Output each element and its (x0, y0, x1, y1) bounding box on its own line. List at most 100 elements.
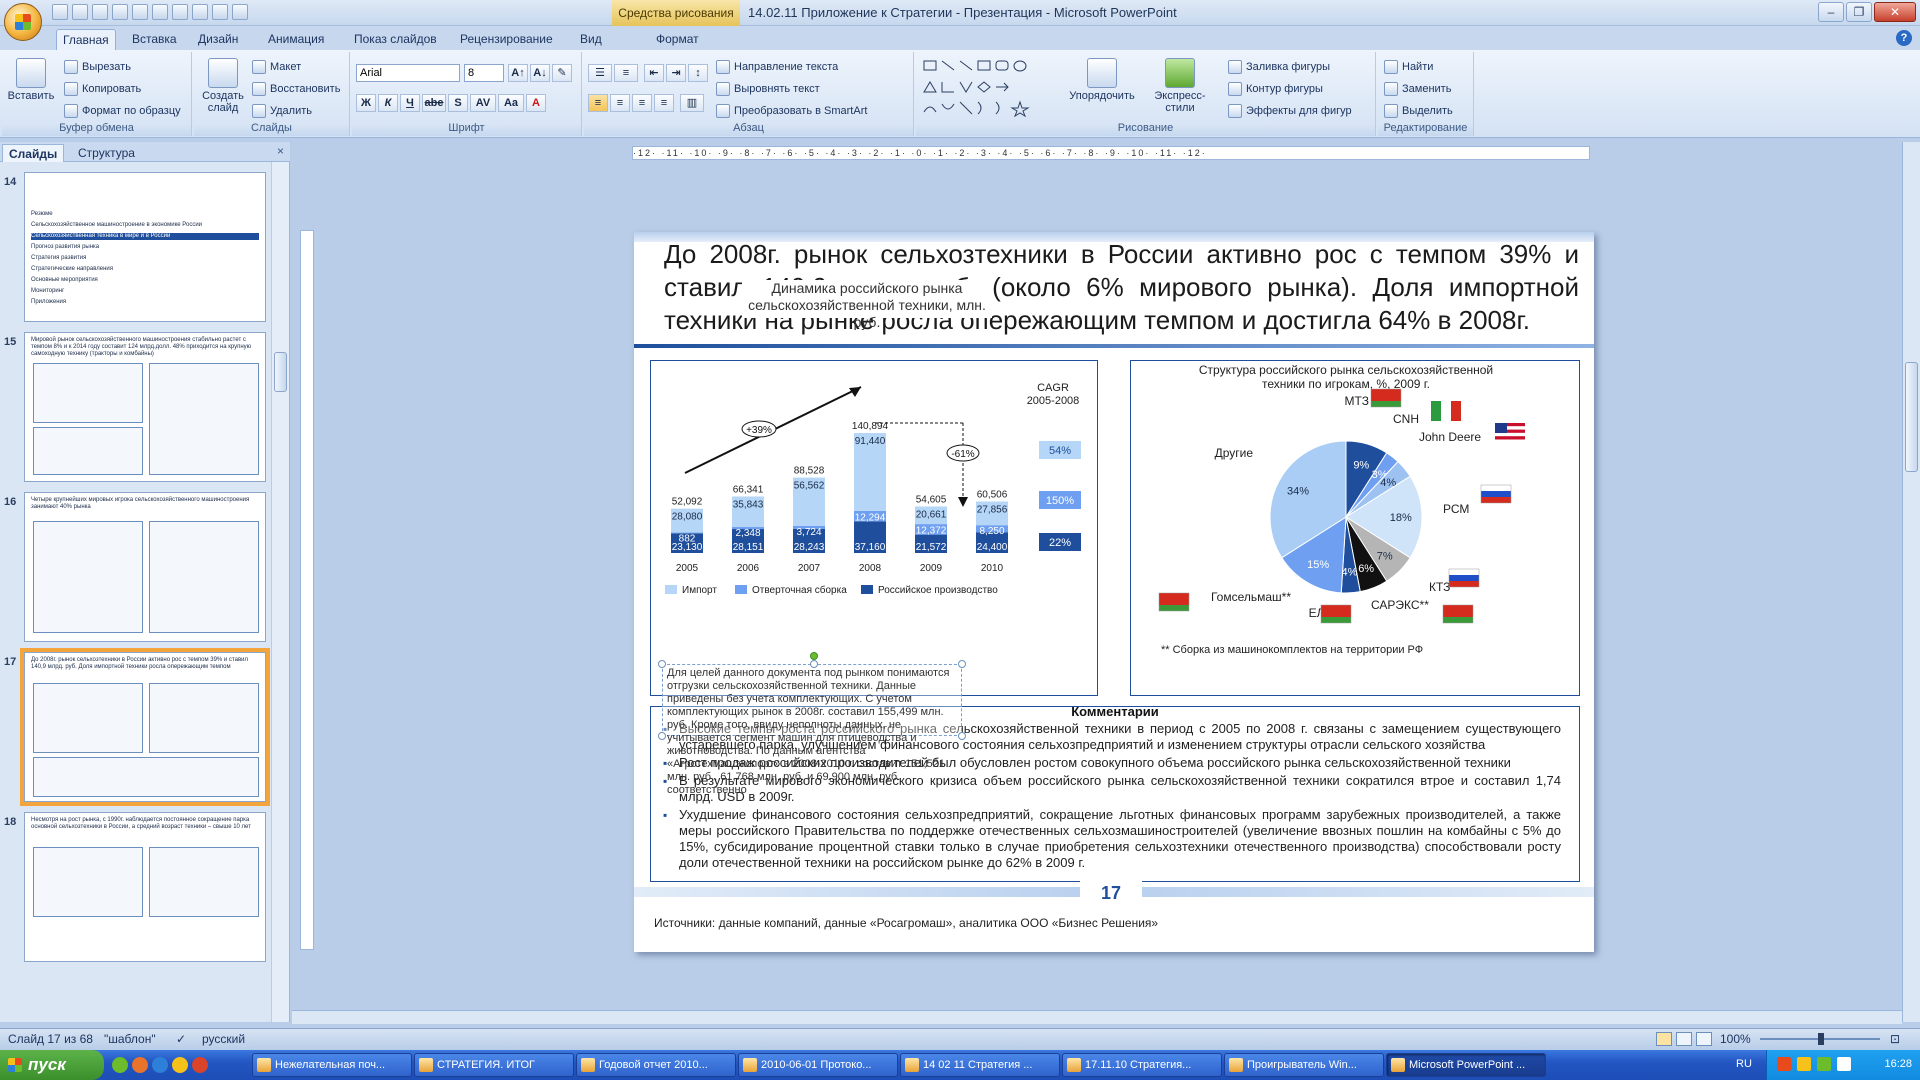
text-direction-button[interactable]: Направление текста (716, 60, 838, 74)
undo-icon[interactable] (72, 4, 88, 20)
shape-outline-button[interactable]: Контур фигуры (1228, 82, 1323, 96)
tab-home[interactable]: Главная (56, 29, 116, 50)
ie-icon[interactable] (152, 1057, 168, 1073)
close-button[interactable]: ✕ (1874, 2, 1916, 22)
language-indicator[interactable]: русский (202, 1032, 245, 1046)
selection-handle[interactable] (810, 660, 818, 668)
tab-slideshow[interactable]: Показ слайдов (348, 29, 443, 50)
tab-format[interactable]: Формат (650, 29, 705, 50)
spelling-icon[interactable] (212, 4, 228, 20)
firefox-icon[interactable] (132, 1057, 148, 1073)
media-icon[interactable] (192, 1057, 208, 1073)
office-button[interactable] (4, 3, 42, 41)
volume-icon[interactable] (1837, 1057, 1851, 1071)
new-slide-button[interactable]: Создать слайд (198, 58, 248, 114)
slide-thumbnail-14[interactable]: 14 Резюме Сельскохозяйственное машиностр… (0, 172, 270, 324)
normal-view-icon[interactable] (1656, 1032, 1672, 1046)
slide-thumbnail-15[interactable]: 15 Мировой рынок сельскохозяйственного м… (0, 332, 270, 484)
change-case-button[interactable]: Aa (498, 94, 524, 112)
taskbar-item[interactable]: СТРАТЕГИЯ. ИТОГ (414, 1053, 574, 1077)
slide-sorter-icon[interactable] (1676, 1032, 1692, 1046)
italic-button[interactable]: К (378, 94, 398, 112)
tab-design[interactable]: Дизайн (192, 29, 244, 50)
arrange-button[interactable]: Упорядочить (1066, 58, 1138, 102)
vertical-scrollbar[interactable] (1902, 142, 1920, 1022)
copy-button[interactable]: Копировать (64, 82, 141, 96)
tab-animation[interactable]: Анимация (262, 29, 330, 50)
convert-smartart-button[interactable]: Преобразовать в SmartArt (716, 104, 867, 118)
rotation-handle[interactable] (810, 652, 818, 660)
paste-button[interactable]: Вставить (6, 58, 56, 102)
font-color-button[interactable]: A (526, 94, 546, 112)
tray-icon[interactable] (1817, 1057, 1831, 1071)
tab-view[interactable]: Вид (574, 29, 608, 50)
pane-scroll-thumb[interactable] (274, 352, 287, 392)
spellcheck-icon[interactable]: ✓ (176, 1032, 186, 1046)
taskbar-item[interactable]: 14 02 11 Стратегия ... (900, 1053, 1060, 1077)
shape-fill-button[interactable]: Заливка фигуры (1228, 60, 1330, 74)
customize-qat-icon[interactable] (232, 4, 248, 20)
chart-caption-overlay[interactable]: Динамика российского рынка сельскохозяйс… (742, 280, 992, 330)
cut-button[interactable]: Вырезать (64, 60, 131, 74)
bold-button[interactable]: Ж (356, 94, 376, 112)
strikethrough-button[interactable]: abe (422, 94, 446, 112)
restore-button[interactable]: ❐ (1846, 2, 1872, 22)
quicklaunch-icon[interactable] (112, 1057, 128, 1073)
justify-button[interactable]: ≡ (654, 94, 674, 112)
start-button[interactable]: пуск (0, 1050, 104, 1080)
selection-handle[interactable] (658, 660, 666, 668)
columns-button[interactable]: ▥ (680, 94, 704, 112)
tray-icon[interactable] (1777, 1057, 1791, 1071)
slideshow-icon[interactable] (1696, 1032, 1712, 1046)
vertical-scroll-thumb[interactable] (1905, 362, 1918, 472)
save-icon[interactable] (52, 4, 68, 20)
quick-styles-button[interactable]: Экспресс-стили (1140, 58, 1220, 114)
outlook-icon[interactable] (172, 1057, 188, 1073)
clear-format-button[interactable]: ✎ (552, 64, 572, 82)
tab-outline[interactable]: Структура (72, 144, 141, 162)
font-family-select[interactable]: Arial (356, 64, 460, 82)
tab-slides[interactable]: Слайды (2, 144, 65, 162)
shadow-button[interactable]: S (448, 94, 468, 112)
fit-slide-icon[interactable]: ⊡ (1890, 1032, 1900, 1046)
delete-slide-button[interactable]: Удалить (252, 104, 312, 118)
bullets-button[interactable]: ☰ (588, 64, 612, 82)
replace-button[interactable]: Заменить (1384, 82, 1451, 96)
taskbar-item[interactable]: Проигрыватель Win... (1224, 1053, 1384, 1077)
help-icon[interactable]: ? (1896, 30, 1912, 46)
reset-button[interactable]: Восстановить (252, 82, 340, 96)
char-spacing-button[interactable]: AV (470, 94, 496, 112)
taskbar-item[interactable]: 17.11.10 Стратегия... (1062, 1053, 1222, 1077)
taskbar-item-active[interactable]: Microsoft PowerPoint ... (1386, 1053, 1546, 1077)
vertical-ruler[interactable] (300, 230, 314, 950)
quick-print-icon[interactable] (172, 4, 188, 20)
align-text-button[interactable]: Выровнять текст (716, 82, 820, 96)
new-file-icon[interactable] (132, 4, 148, 20)
minimize-button[interactable]: – (1818, 2, 1844, 22)
decrease-indent-button[interactable]: ⇤ (644, 64, 664, 82)
taskbar-item[interactable]: Годовой отчет 2010... (576, 1053, 736, 1077)
zoom-level[interactable]: 100% (1720, 1032, 1751, 1046)
slide-thumbnail-17[interactable]: 17 До 2008г. рынок сельхозтехники в Росс… (0, 648, 270, 806)
find-button[interactable]: Найти (1384, 60, 1433, 74)
footnote-textbox[interactable]: Для целей данного документа под рынком п… (662, 664, 962, 796)
line-spacing-button[interactable]: ↕ (688, 64, 708, 82)
slide-canvas[interactable]: До 2008г. рынок сельхозтехники в России … (634, 232, 1594, 952)
grow-font-button[interactable]: A↑ (508, 64, 528, 82)
market-dynamics-chart[interactable]: 23,130 882 28,080 52,092 2005 28,151 2,348 35,8… (650, 360, 1098, 696)
shapes-gallery[interactable] (922, 58, 1052, 118)
tray-icon[interactable] (1797, 1057, 1811, 1071)
align-center-button[interactable]: ≡ (610, 94, 630, 112)
open-file-icon[interactable] (152, 4, 168, 20)
selection-handle[interactable] (658, 732, 666, 740)
slide-thumbnail-16[interactable]: 16 Четыре крупнейших мировых игрока сель… (0, 492, 270, 644)
taskbar-item[interactable]: Нежелательная поч... (252, 1053, 412, 1077)
shrink-font-button[interactable]: A↓ (530, 64, 550, 82)
redo-icon[interactable] (112, 4, 128, 20)
print-preview-icon[interactable] (192, 4, 208, 20)
numbering-button[interactable]: ≡ (614, 64, 638, 82)
align-left-button[interactable]: ≡ (588, 94, 608, 112)
font-color-icon[interactable] (92, 4, 108, 20)
pane-close-icon[interactable]: × (277, 144, 284, 158)
select-button[interactable]: Выделить (1384, 104, 1453, 118)
